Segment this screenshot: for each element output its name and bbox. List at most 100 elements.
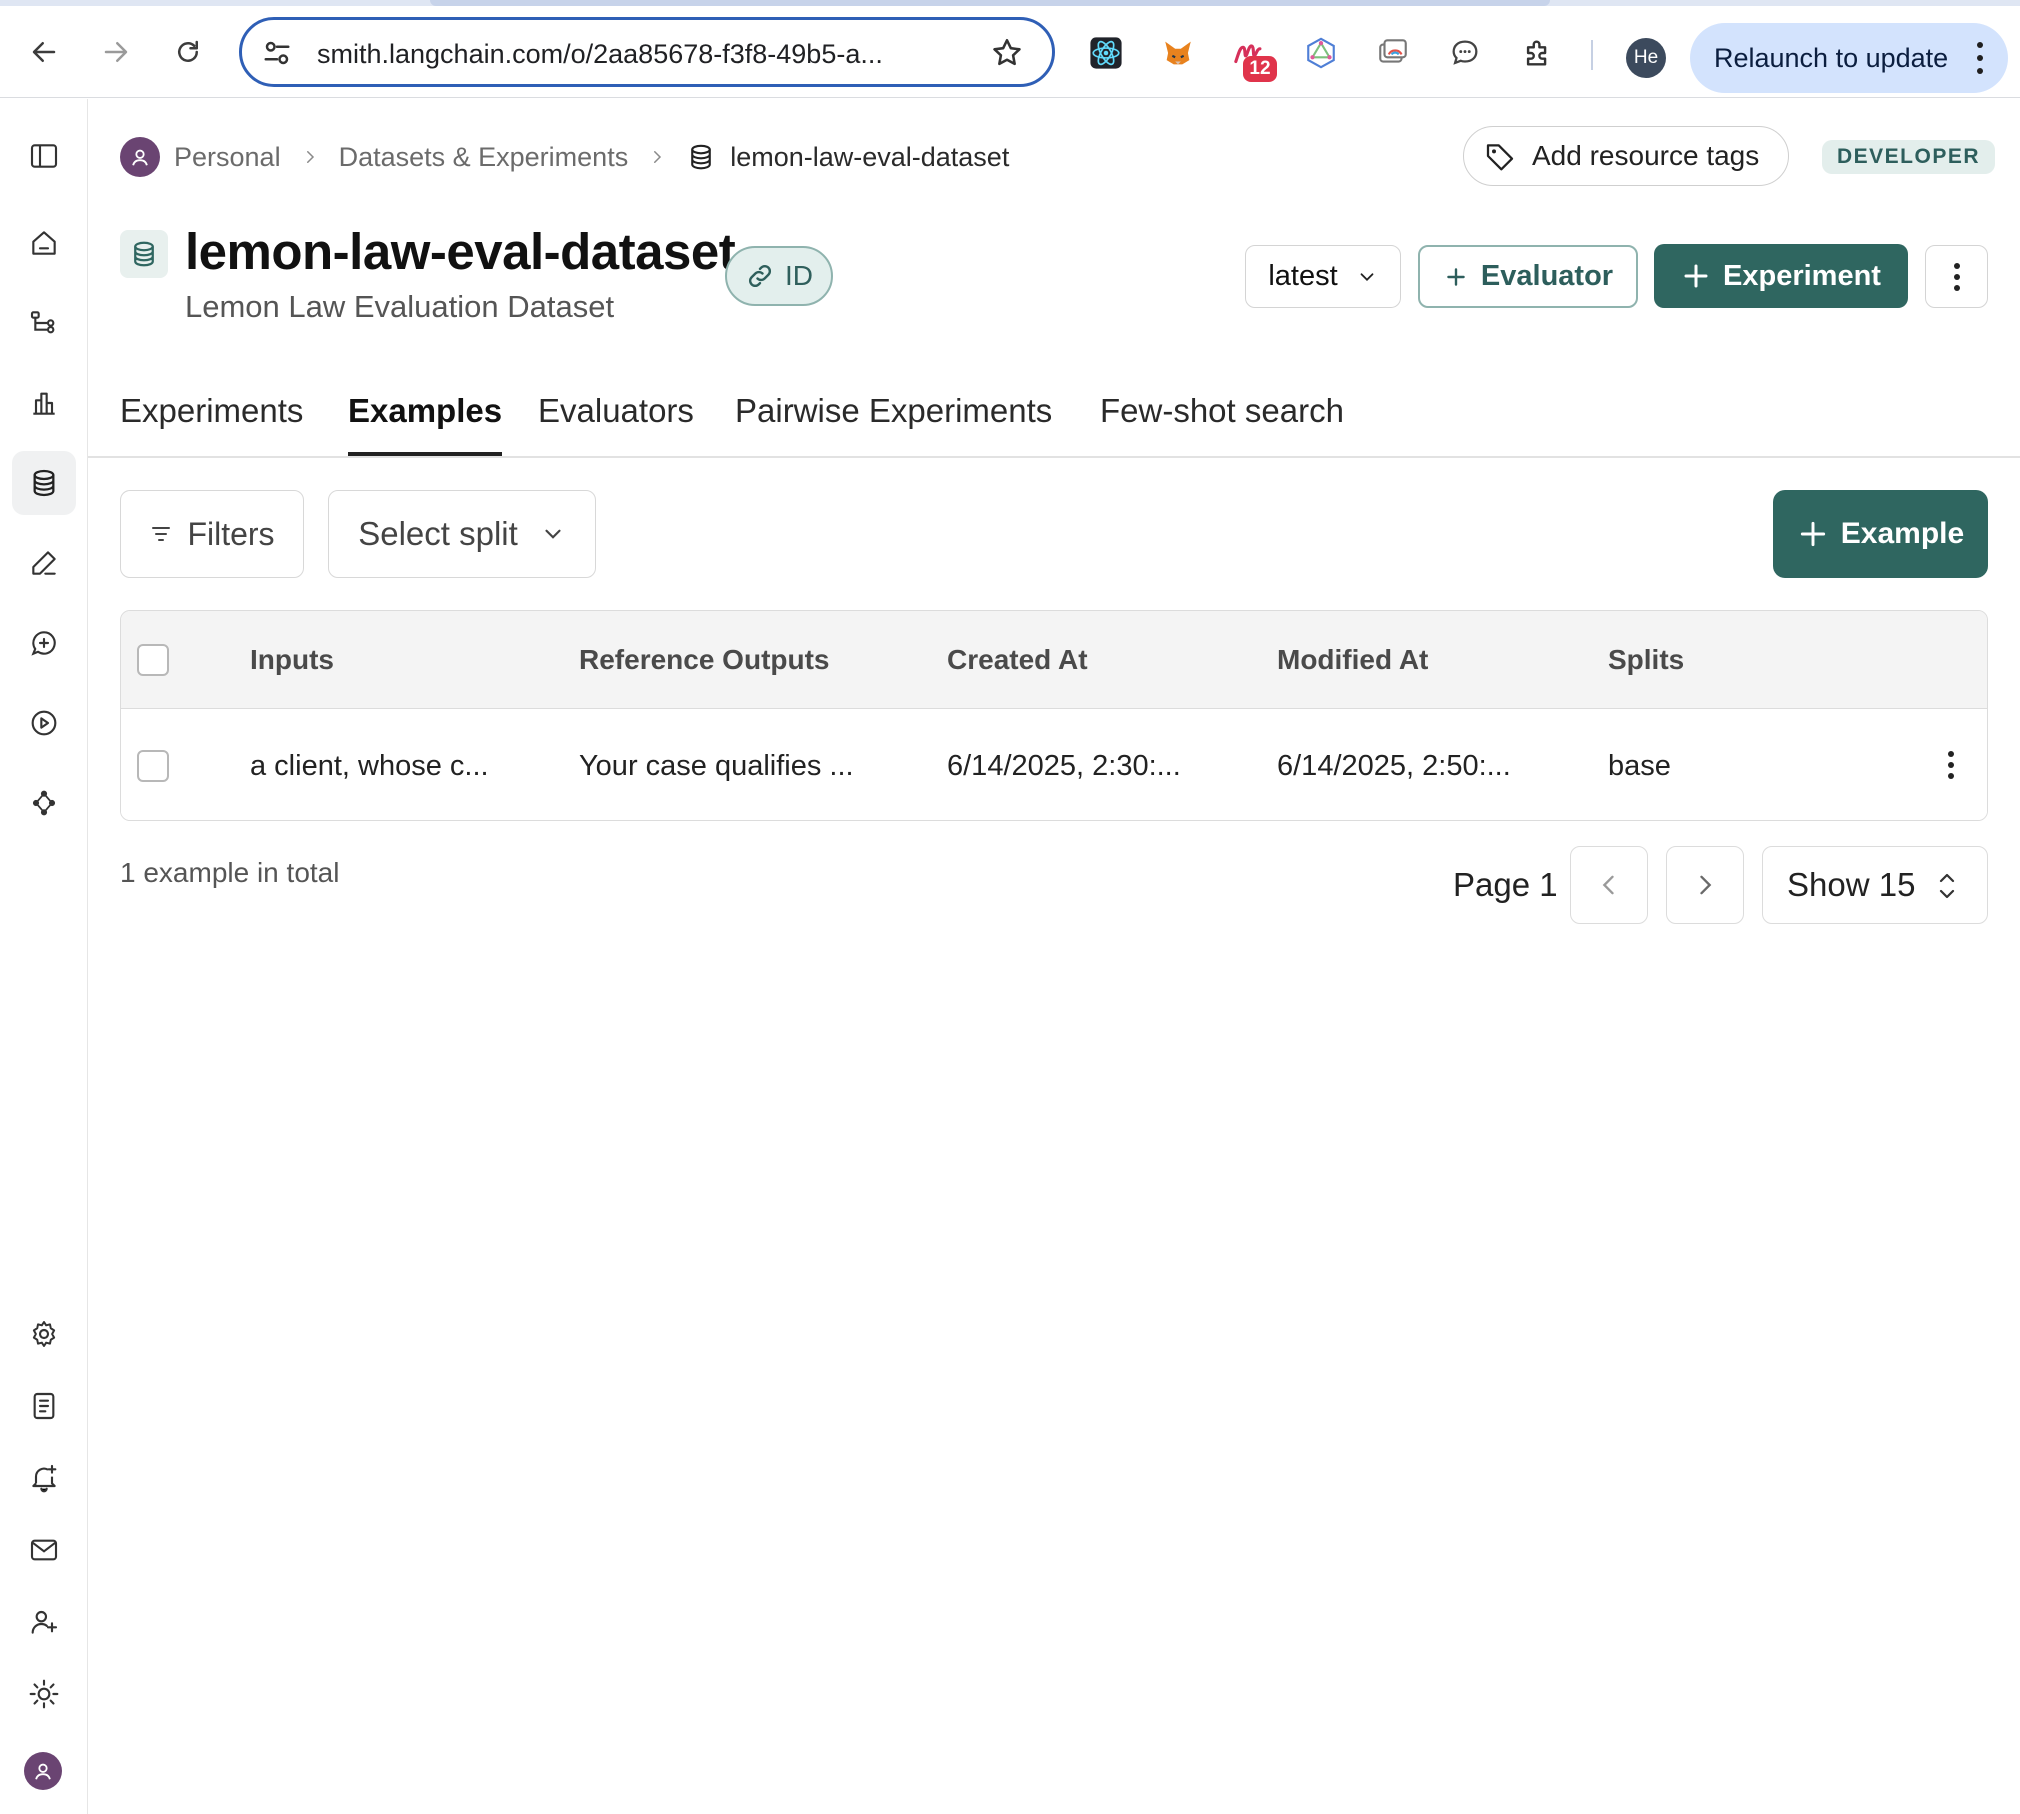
sidebar-item-datasets[interactable]: [12, 451, 76, 515]
breadcrumb: Personal Datasets & Experiments lemon-la…: [120, 135, 1009, 179]
database-icon: [691, 144, 712, 170]
filter-lines-icon: [152, 527, 171, 541]
next-page-button[interactable]: [1666, 846, 1744, 924]
sidebar-item-playground[interactable]: [12, 691, 76, 755]
column-header-reference-outputs[interactable]: Reference Outputs: [579, 611, 830, 708]
dataset-icon-tile: [120, 230, 168, 278]
role-badge: DEVELOPER: [1822, 140, 1996, 174]
dataset-tabs: Experiments Examples Evaluators Pairwise…: [120, 388, 2020, 456]
play-circle-icon: [31, 710, 57, 736]
plus-icon: [1447, 267, 1465, 286]
page-size-select[interactable]: Show 15: [1762, 846, 1988, 924]
tab-experiments[interactable]: Experiments: [120, 388, 303, 456]
total-count: 1 example in total: [120, 857, 340, 888]
add-evaluator-button[interactable]: Evaluator: [1418, 245, 1638, 308]
relaunch-label: Relaunch to update: [1714, 42, 1949, 73]
column-header-modified-at[interactable]: Modified At: [1277, 611, 1428, 708]
breadcrumb-current: lemon-law-eval-dataset: [686, 142, 1009, 173]
version-select[interactable]: latest: [1245, 245, 1401, 308]
link-icon: [748, 264, 772, 288]
user-icon: [35, 1763, 51, 1780]
puzzle-icon: [1526, 40, 1547, 66]
sidebar-item-contact[interactable]: [12, 1518, 76, 1582]
version-selected: latest: [1268, 260, 1338, 292]
browser-toolbar: smith.langchain.com/o/2aa85678-f3f8-49b5…: [0, 6, 2020, 98]
address-bar[interactable]: smith.langchain.com/o/2aa85678-f3f8-49b5…: [239, 17, 1055, 87]
extensions-menu-button[interactable]: [1520, 35, 1556, 71]
tab-pairwise-experiments[interactable]: Pairwise Experiments: [735, 388, 1052, 456]
row-select-cell: [137, 710, 169, 820]
react-atom-icon: [1090, 37, 1122, 69]
tabs-divider: [88, 456, 2020, 458]
relaunch-button[interactable]: Relaunch to update: [1690, 23, 2008, 93]
page-indicator: Page 1: [1453, 866, 1558, 903]
chat-extension[interactable]: [1447, 35, 1483, 71]
chevron-down-icon: [1360, 272, 1374, 281]
column-header-inputs[interactable]: Inputs: [250, 611, 334, 708]
bookmark-star-icon[interactable]: [990, 36, 1024, 70]
cell-inputs[interactable]: a client, whose c...: [250, 710, 489, 820]
arrow-left-icon: [32, 42, 56, 62]
breadcrumb-current-label: lemon-law-eval-dataset: [730, 141, 1010, 172]
browser-menu-icon[interactable]: [1976, 40, 1984, 76]
table-header: Inputs Reference Outputs Created At Modi…: [121, 611, 1987, 709]
add-experiment-button[interactable]: Experiment: [1654, 244, 1908, 308]
sidebar-item-monitoring[interactable]: [12, 371, 76, 435]
sidebar-item-settings[interactable]: [12, 1302, 76, 1366]
split-select[interactable]: Select split: [328, 490, 596, 578]
graph-extension[interactable]: [1303, 35, 1339, 71]
tag-icon: [1486, 144, 1514, 171]
sidebar-item-home[interactable]: [12, 211, 76, 275]
cell-reference-outputs[interactable]: Your case qualifies ...: [579, 710, 854, 820]
react-devtools-extension[interactable]: [1088, 35, 1124, 71]
previous-page-button[interactable]: [1570, 846, 1648, 924]
cell-splits: base: [1608, 749, 1671, 782]
sidebar-toggle-button[interactable]: [12, 124, 76, 188]
row-actions-icon[interactable]: [1947, 750, 1955, 780]
plus-icon: [1684, 264, 1708, 288]
user-icon: [132, 149, 148, 166]
bar-chart-icon: [33, 392, 55, 415]
breadcrumb-section[interactable]: Datasets & Experiments: [339, 142, 629, 173]
extension-badge: 12: [1243, 56, 1277, 82]
sidebar-item-deployments[interactable]: [12, 771, 76, 835]
table-row[interactable]: a client, whose c... Your case qualifies…: [121, 710, 1987, 820]
forward-button[interactable]: [90, 26, 142, 78]
column-header-splits[interactable]: Splits: [1608, 611, 1684, 708]
screen-extension[interactable]: [1375, 35, 1411, 71]
select-all-checkbox[interactable]: [137, 643, 169, 676]
copy-id-button[interactable]: ID: [725, 246, 833, 306]
page-subtitle: Lemon Law Evaluation Dataset: [185, 289, 615, 324]
mail-icon: [30, 1539, 58, 1561]
breadcrumb-workspace[interactable]: Personal: [174, 142, 281, 173]
add-example-label: Example: [1840, 517, 1965, 550]
tab-evaluators[interactable]: Evaluators: [538, 388, 694, 456]
profile-avatar[interactable]: He: [1626, 38, 1666, 78]
add-example-button[interactable]: Example: [1773, 490, 1988, 578]
tab-examples[interactable]: Examples: [348, 388, 503, 456]
page-size-label: Show 15: [1787, 866, 1916, 903]
add-resource-tags-button[interactable]: Add resource tags: [1463, 126, 1789, 186]
database-icon: [33, 469, 55, 497]
add-experiment-label: Experiment: [1723, 259, 1881, 292]
sidebar-item-docs[interactable]: [12, 1374, 76, 1438]
kebab-menu-icon: [1953, 262, 1960, 291]
sidebar-item-invite[interactable]: [12, 1590, 76, 1654]
tab-few-shot-search[interactable]: Few-shot search: [1100, 388, 1344, 456]
sidebar-item-notifications[interactable]: [12, 1446, 76, 1510]
sidebar-item-annotation[interactable]: [12, 531, 76, 595]
sidebar-item-tracing[interactable]: [12, 291, 76, 355]
reload-button[interactable]: [162, 26, 214, 78]
gear-icon: [32, 1321, 56, 1347]
site-settings-icon[interactable]: [262, 38, 292, 68]
sidebar-item-prompts[interactable]: [12, 611, 76, 675]
filters-button[interactable]: Filters: [120, 490, 304, 578]
back-button[interactable]: [18, 26, 70, 78]
row-checkbox[interactable]: [137, 750, 169, 782]
column-header-created-at[interactable]: Created At: [947, 611, 1088, 708]
metamask-extension[interactable]: [1160, 35, 1196, 71]
user-avatar[interactable]: [24, 1752, 62, 1790]
more-actions-button[interactable]: [1925, 245, 1988, 308]
id-label: ID: [785, 260, 813, 291]
sidebar-item-theme[interactable]: [12, 1662, 76, 1726]
